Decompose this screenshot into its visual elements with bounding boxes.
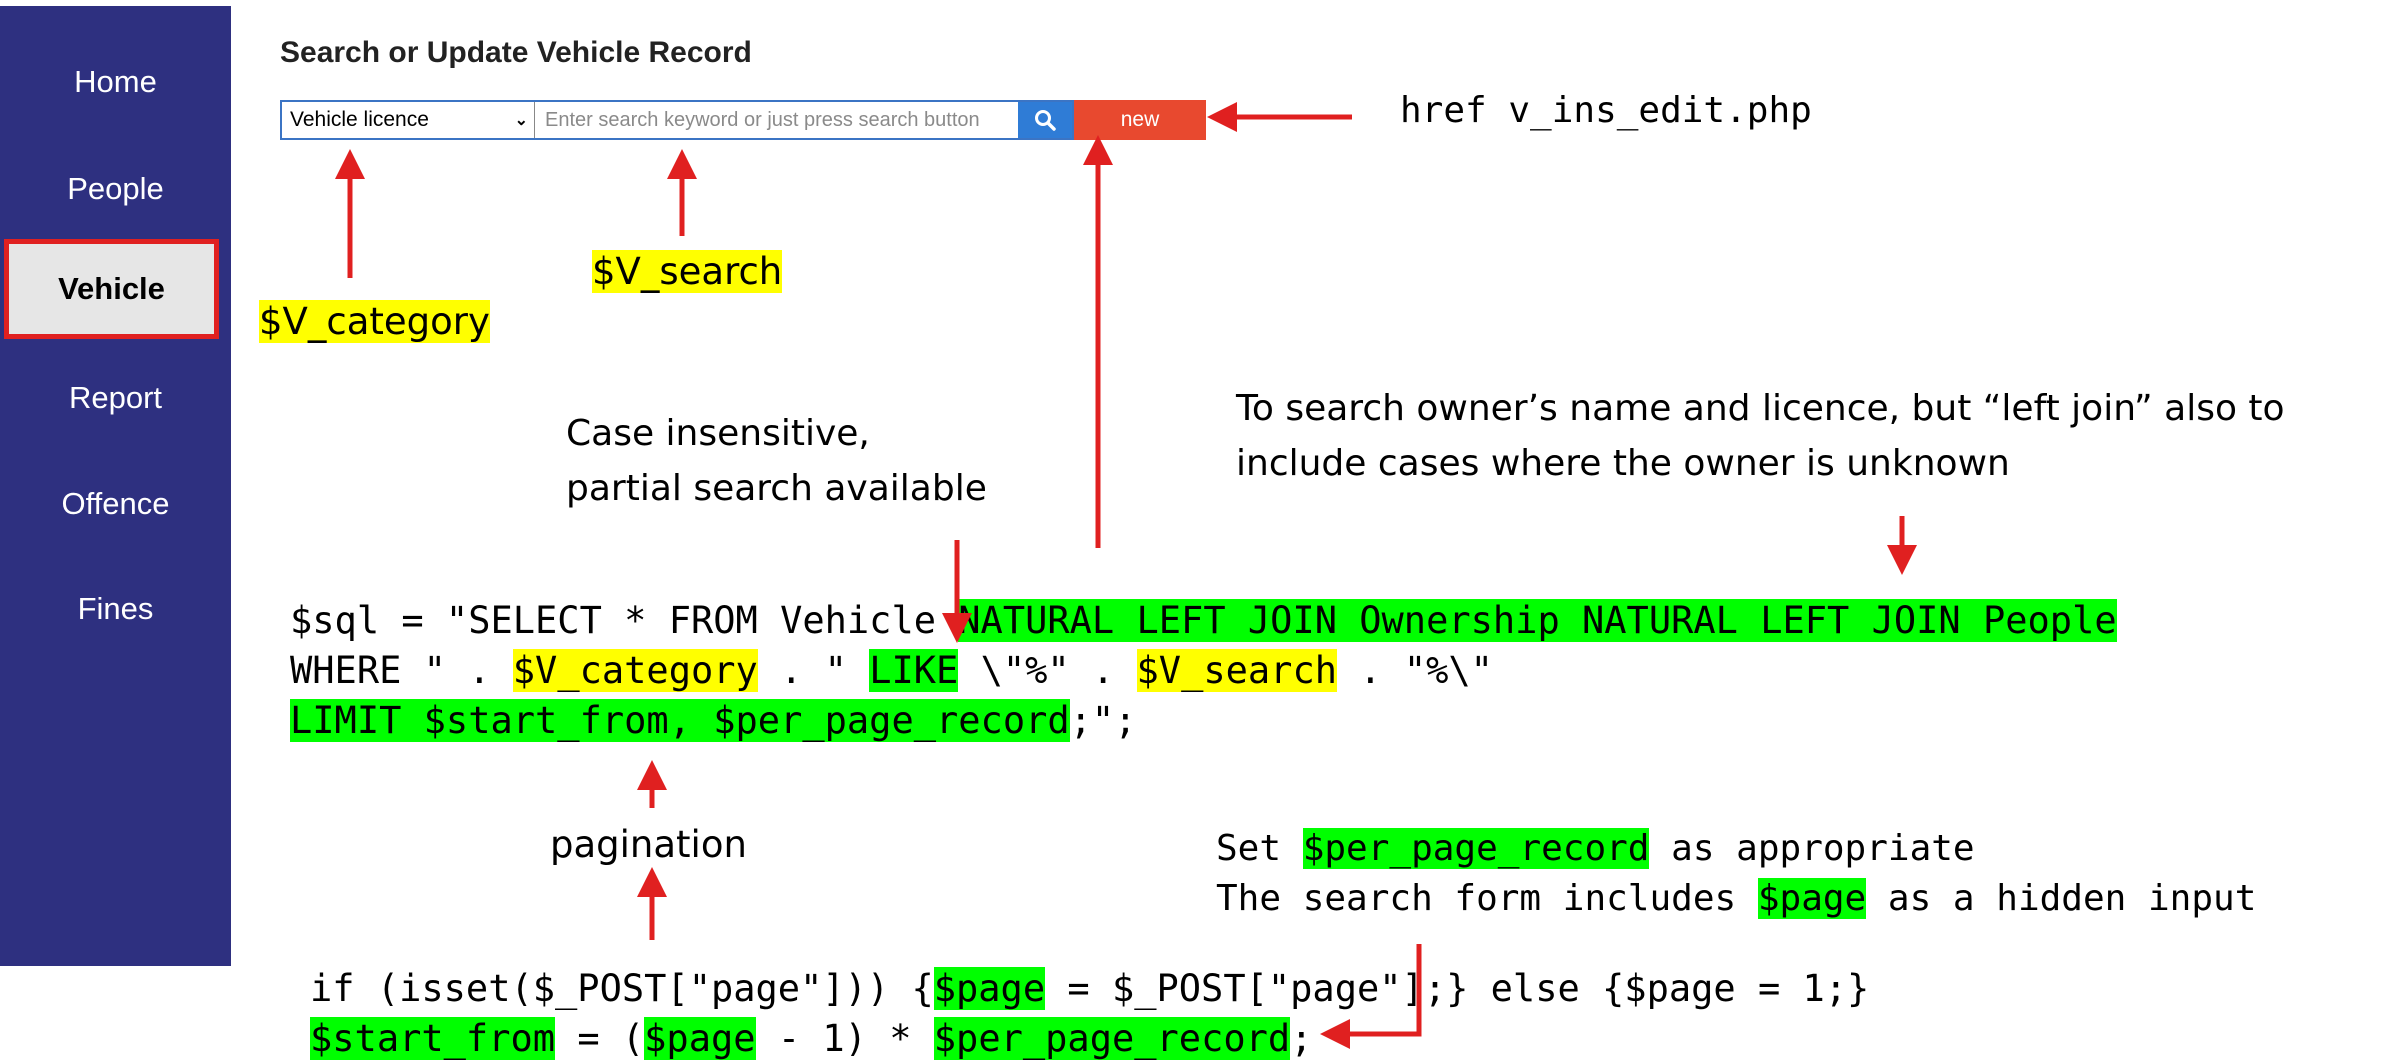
annotation-arrows bbox=[335, 102, 1917, 1049]
arrow-to-per-page-code bbox=[1320, 944, 1422, 1049]
